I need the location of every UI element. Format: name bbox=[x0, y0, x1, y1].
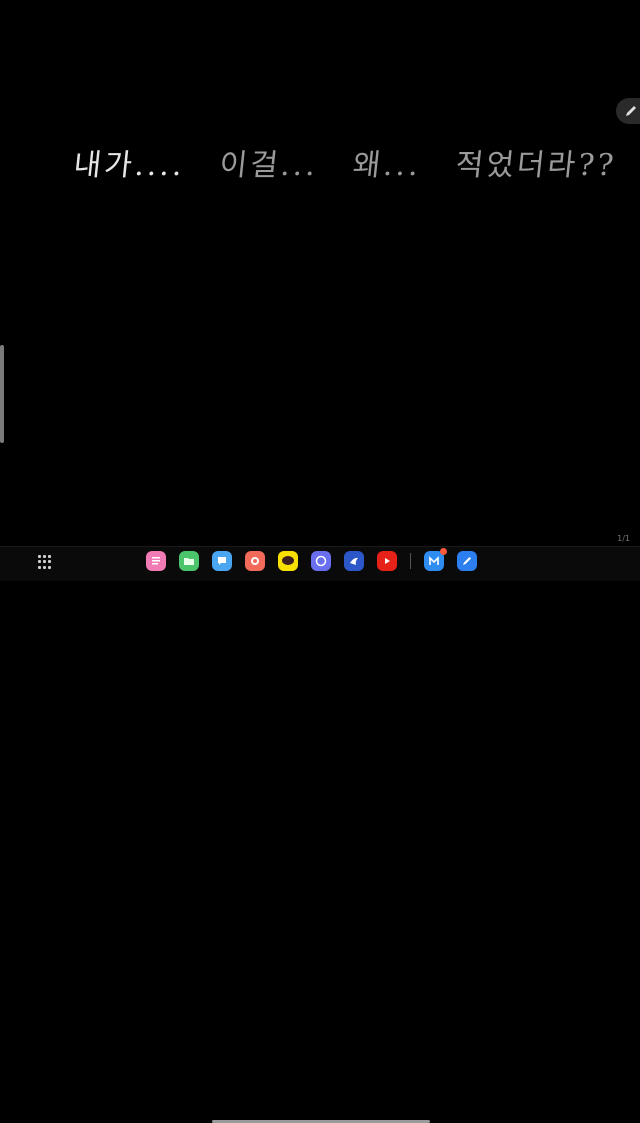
kakaotalk-app-icon[interactable] bbox=[278, 551, 298, 571]
handwriting-segment: 내가.... bbox=[71, 148, 187, 183]
handwritten-text: 내가.... 이걸... 왜... 적었더라?? bbox=[72, 140, 640, 184]
internet-app-icon[interactable] bbox=[311, 551, 331, 571]
handwriting-segment: 적었더라?? bbox=[453, 148, 619, 183]
camera-app-icon[interactable] bbox=[245, 551, 265, 571]
notification-badge bbox=[440, 548, 447, 555]
taskbar bbox=[0, 546, 640, 1123]
apps-grid-icon[interactable] bbox=[38, 555, 52, 569]
dock-divider bbox=[410, 553, 411, 569]
page-indicator: 1/1 bbox=[617, 534, 630, 543]
pen-icon bbox=[626, 106, 636, 116]
folder-app-icon[interactable] bbox=[179, 551, 199, 571]
youtube-app-icon[interactable] bbox=[377, 551, 397, 571]
notes-app-icon[interactable] bbox=[146, 551, 166, 571]
pen-app-icon[interactable] bbox=[457, 551, 477, 571]
handwriting-segment: 이걸... bbox=[217, 148, 321, 183]
edge-panel-handle[interactable] bbox=[0, 345, 4, 443]
store-app-icon[interactable] bbox=[344, 551, 364, 571]
m-app-icon[interactable] bbox=[424, 548, 447, 571]
note-canvas[interactable]: 내가.... 이걸... 왜... 적었더라?? 1/1 bbox=[0, 0, 640, 546]
pen-tool-button[interactable] bbox=[616, 98, 640, 124]
handwriting-segment: 왜... bbox=[351, 148, 423, 183]
app-dock bbox=[146, 548, 477, 572]
message-app-icon[interactable] bbox=[212, 551, 232, 571]
